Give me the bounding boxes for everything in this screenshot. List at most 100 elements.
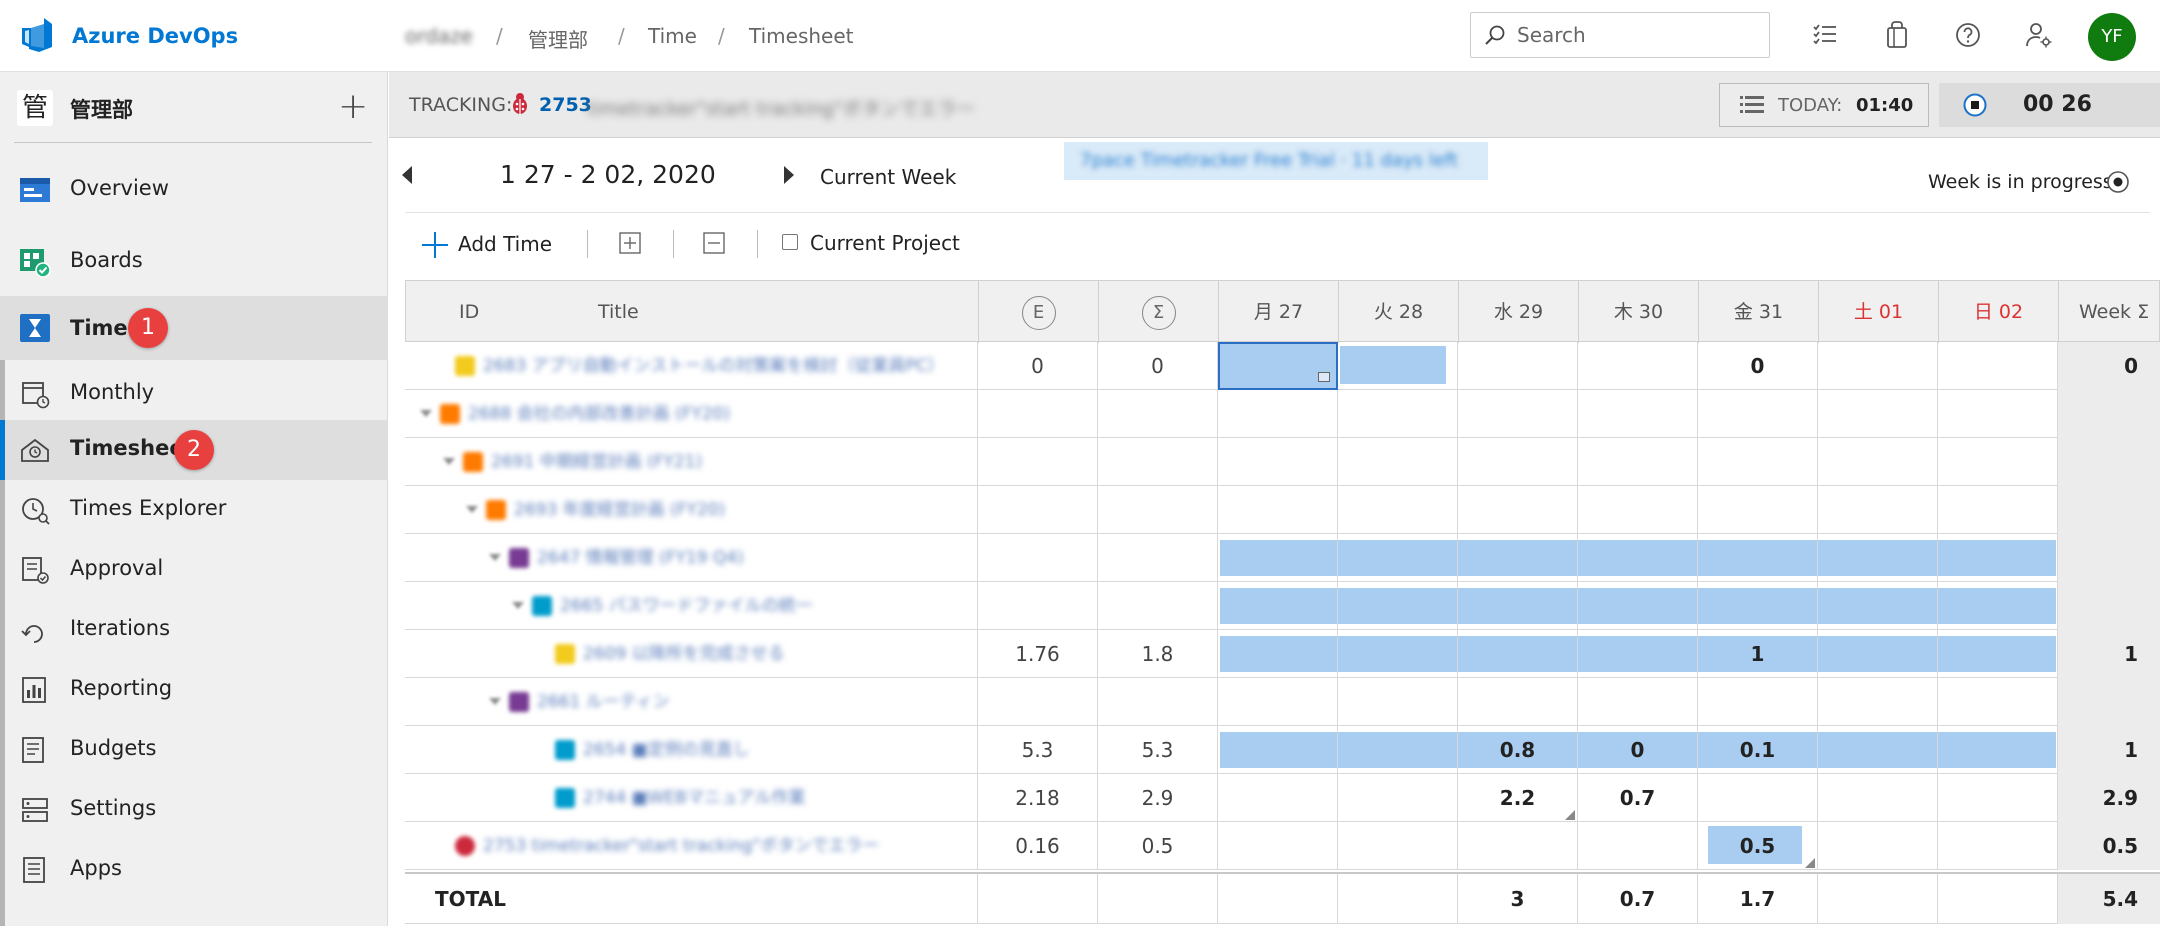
day-cell[interactable] [1458, 390, 1578, 438]
day-cell[interactable] [1338, 822, 1458, 870]
breadcrumb-project[interactable]: 管理部 [528, 24, 588, 53]
day-cell[interactable] [1818, 726, 1938, 774]
sidebar-item-approval[interactable]: Approval [0, 540, 388, 600]
row-title-cell[interactable]: 2693 年度経営計画 (FY20) [405, 486, 978, 534]
day-cell[interactable] [1458, 630, 1578, 678]
day-cell[interactable] [1578, 390, 1698, 438]
day-cell[interactable] [1578, 534, 1698, 582]
day-cell[interactable]: 0.8 [1458, 726, 1578, 774]
day-cell[interactable] [1218, 342, 1338, 390]
day-cell[interactable] [1818, 822, 1938, 870]
sidebar-item-times-explorer[interactable]: Times Explorer [0, 480, 388, 540]
day-cell[interactable] [1818, 534, 1938, 582]
day-cell[interactable]: 1 [1698, 630, 1818, 678]
sidebar-item-iterations[interactable]: Iterations [0, 600, 388, 660]
row-title-cell[interactable]: 2665 パスワードファイルの統一 [405, 582, 978, 630]
day-cell[interactable] [1218, 486, 1338, 534]
day-cell[interactable] [1938, 534, 2058, 582]
next-week-icon[interactable] [784, 166, 794, 184]
sidebar-item-boards[interactable]: Boards [0, 232, 388, 292]
day-cell[interactable] [1338, 726, 1458, 774]
sidebar-item-monthly[interactable]: Monthly [0, 364, 388, 424]
day-cell[interactable] [1818, 390, 1938, 438]
day-cell[interactable] [1818, 582, 1938, 630]
day-cell[interactable] [1458, 342, 1578, 390]
tracking-item-title[interactable]: timetracker"start tracking"ボタンでエラー [587, 94, 976, 121]
day-cell[interactable]: 2.2 [1458, 774, 1578, 822]
header-id[interactable]: ID [459, 281, 479, 343]
day-cell[interactable] [1218, 726, 1338, 774]
day-cell[interactable] [1218, 534, 1338, 582]
row-title-cell[interactable]: 2654 ■定例の見直し [405, 726, 978, 774]
day-cell[interactable] [1338, 534, 1458, 582]
day-cell[interactable] [1818, 774, 1938, 822]
help-icon[interactable] [1953, 20, 1983, 50]
day-cell[interactable] [1698, 390, 1818, 438]
day-cell[interactable] [1458, 678, 1578, 726]
trial-banner[interactable]: 7pace Timetracker Free Trial · 11 days l… [1064, 142, 1488, 180]
day-cell[interactable]: 0 [1578, 726, 1698, 774]
row-title-link[interactable]: 2683 アプリ自動インストールの対策案を検討（従業員PC） [483, 342, 968, 390]
user-settings-icon[interactable] [2024, 20, 2054, 50]
row-title-cell[interactable]: 2683 アプリ自動インストールの対策案を検討（従業員PC） [405, 342, 978, 390]
header-title[interactable]: Title [598, 281, 639, 343]
row-title-cell[interactable]: 2661 ルーティン [405, 678, 978, 726]
day-cell[interactable] [1338, 774, 1458, 822]
day-cell[interactable] [1938, 486, 2058, 534]
day-cell[interactable] [1218, 582, 1338, 630]
day-cell[interactable] [1458, 582, 1578, 630]
day-cell[interactable] [1938, 774, 2058, 822]
day-cell[interactable] [1578, 678, 1698, 726]
row-title-link[interactable]: 2647 情報管理 (FY19 Q4) [537, 534, 968, 582]
avatar[interactable]: YF [2088, 13, 2136, 61]
day-cell[interactable] [1338, 486, 1458, 534]
day-cell[interactable]: 0.7 [1578, 774, 1698, 822]
day-cell[interactable] [1218, 822, 1338, 870]
day-cell[interactable] [1938, 678, 2058, 726]
project-name[interactable]: 管理部 [70, 94, 133, 124]
day-cell[interactable] [1218, 390, 1338, 438]
sidebar-item-settings[interactable]: Settings [0, 780, 388, 840]
day-cell[interactable] [1578, 438, 1698, 486]
expand-toggle-icon[interactable] [489, 554, 501, 561]
sidebar-item-overview[interactable]: Overview [0, 160, 388, 220]
day-cell[interactable] [1698, 438, 1818, 486]
current-week-link[interactable]: Current Week [820, 165, 956, 189]
day-cell[interactable] [1818, 630, 1938, 678]
stop-icon[interactable] [1963, 93, 1987, 117]
day-cell[interactable] [1698, 486, 1818, 534]
day-cell[interactable] [1818, 486, 1938, 534]
expand-toggle-icon[interactable] [443, 458, 455, 465]
current-project-label[interactable]: Current Project [810, 231, 960, 255]
row-title-link[interactable]: 2744 ■WEBマニュアル作業 [583, 774, 968, 822]
day-cell[interactable] [1338, 342, 1458, 390]
day-cell[interactable] [1698, 582, 1818, 630]
day-cell[interactable] [1938, 582, 2058, 630]
day-cell[interactable] [1458, 822, 1578, 870]
day-cell[interactable] [1938, 438, 2058, 486]
day-cell[interactable]: 0.1 [1698, 726, 1818, 774]
row-title-link[interactable]: 2665 パスワードファイルの統一 [560, 582, 968, 630]
day-cell[interactable] [1338, 630, 1458, 678]
previous-week-icon[interactable] [402, 166, 412, 184]
day-cell[interactable]: 0 [1698, 342, 1818, 390]
row-title-link[interactable]: 2691 中期経営計画 (FY21) [491, 438, 968, 486]
header-estimate[interactable]: E [979, 281, 1099, 343]
day-cell[interactable] [1938, 630, 2058, 678]
sidebar-item-apps[interactable]: Apps [0, 840, 388, 900]
day-cell[interactable] [1218, 774, 1338, 822]
row-title-link[interactable]: 2609 以降所を完成させる [583, 630, 968, 678]
day-cell[interactable] [1938, 342, 2058, 390]
day-cell[interactable] [1578, 342, 1698, 390]
search-box[interactable] [1470, 12, 1770, 58]
breadcrumb-time[interactable]: Time [648, 24, 697, 48]
day-cell[interactable] [1338, 582, 1458, 630]
day-cell[interactable] [1698, 774, 1818, 822]
row-title-link[interactable]: 2654 ■定例の見直し [583, 726, 968, 774]
expand-toggle-icon[interactable] [489, 698, 501, 705]
tracking-item-id[interactable]: 2753 [539, 94, 592, 116]
project-icon[interactable]: 管 [17, 90, 53, 126]
comment-icon[interactable] [1318, 372, 1330, 382]
day-cell[interactable] [1578, 630, 1698, 678]
day-cell[interactable] [1938, 726, 2058, 774]
